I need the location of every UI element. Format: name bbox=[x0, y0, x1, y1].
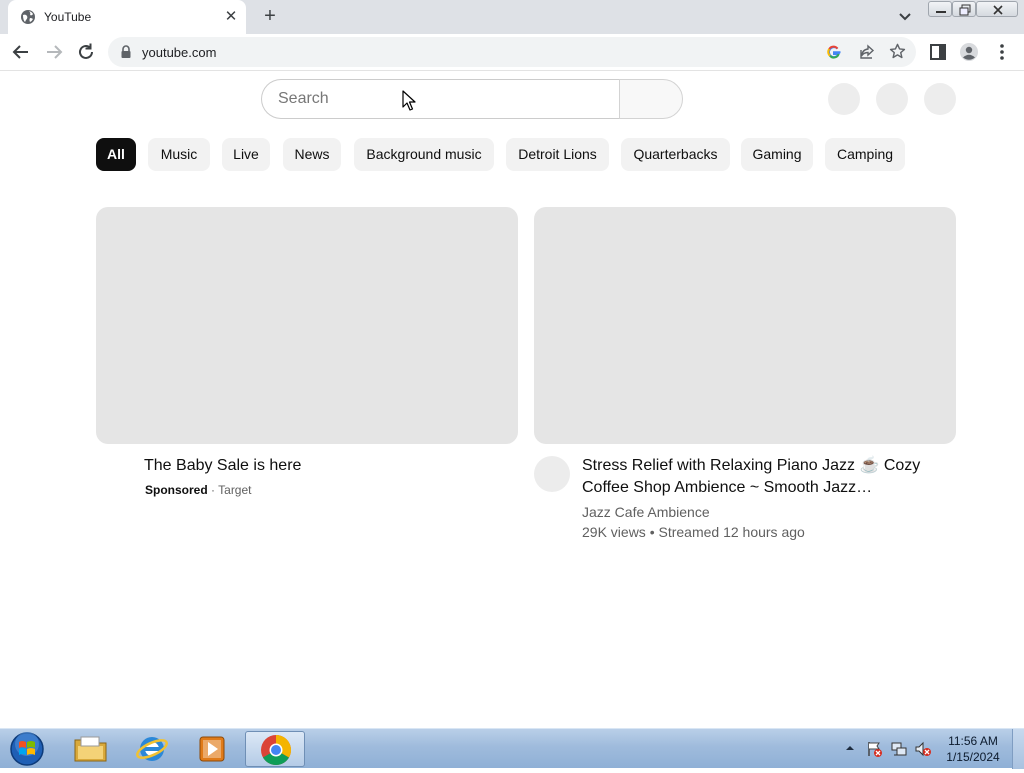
video-title[interactable]: The Baby Sale is here bbox=[144, 455, 504, 477]
side-panel-icon[interactable] bbox=[927, 41, 949, 63]
chip-quarterbacks[interactable]: Quarterbacks bbox=[621, 138, 730, 171]
tab-close-icon[interactable]: ✕ bbox=[222, 8, 240, 26]
share-icon[interactable] bbox=[858, 43, 876, 61]
restore-icon bbox=[959, 4, 971, 16]
tab-title: YouTube bbox=[44, 10, 92, 24]
taskbar: 11:56 AM 1/15/2024 bbox=[0, 728, 1024, 769]
chip-camping[interactable]: Camping bbox=[825, 138, 905, 171]
account-avatar[interactable] bbox=[924, 83, 956, 115]
window-restore-button[interactable] bbox=[952, 1, 976, 17]
chip-news[interactable]: News bbox=[283, 138, 341, 171]
tab-search-chevron-icon[interactable] bbox=[895, 8, 915, 26]
show-hidden-icons-icon[interactable] bbox=[843, 742, 857, 754]
chip-music[interactable]: Music bbox=[148, 138, 210, 171]
lock-icon[interactable] bbox=[120, 45, 132, 59]
start-orb-icon[interactable] bbox=[5, 730, 47, 768]
browser-toolbar: youtube.com bbox=[0, 34, 1024, 71]
show-desktop-button[interactable] bbox=[1012, 729, 1024, 769]
search-input[interactable] bbox=[261, 79, 621, 119]
chip-all[interactable]: All bbox=[96, 138, 136, 171]
search-button[interactable] bbox=[619, 79, 683, 119]
clock-time: 11:56 AM bbox=[948, 734, 998, 748]
bookmark-star-icon[interactable] bbox=[888, 42, 907, 61]
chrome-icon bbox=[261, 735, 292, 766]
chip-background-music[interactable]: Background music bbox=[354, 138, 494, 171]
clock-date: 1/15/2024 bbox=[946, 750, 1000, 764]
chip-gaming[interactable]: Gaming bbox=[741, 138, 813, 171]
network-icon[interactable] bbox=[890, 740, 908, 758]
advertiser-name[interactable]: Target bbox=[218, 483, 251, 497]
action-center-icon[interactable] bbox=[866, 740, 884, 758]
video-title[interactable]: Stress Relief with Relaxing Piano Jazz ☕… bbox=[582, 455, 952, 499]
new-tab-button[interactable]: + bbox=[259, 6, 281, 28]
close-icon bbox=[993, 5, 1003, 15]
globe-icon bbox=[21, 10, 35, 24]
minimize-icon bbox=[936, 11, 946, 13]
mouse-cursor-icon bbox=[402, 90, 416, 111]
forward-arrow-icon[interactable] bbox=[43, 41, 65, 63]
file-explorer-icon[interactable] bbox=[62, 731, 118, 767]
taskbar-chrome-button[interactable] bbox=[245, 731, 305, 767]
tab-strip: YouTube ✕ + bbox=[0, 0, 1024, 34]
profile-avatar-icon[interactable] bbox=[958, 41, 980, 63]
volume-muted-icon[interactable] bbox=[914, 740, 932, 758]
channel-avatar[interactable] bbox=[534, 456, 570, 492]
sponsored-label: Sponsored bbox=[145, 483, 208, 497]
media-player-icon[interactable] bbox=[184, 731, 240, 767]
google-lens-g-icon[interactable] bbox=[826, 44, 842, 60]
video-thumbnail[interactable] bbox=[534, 207, 956, 444]
window-close-button[interactable] bbox=[976, 1, 1018, 17]
chip-detroit-lions[interactable]: Detroit Lions bbox=[506, 138, 609, 171]
window-minimize-button[interactable] bbox=[928, 1, 952, 17]
meta-separator: · bbox=[211, 483, 216, 497]
chip-live[interactable]: Live bbox=[222, 138, 270, 171]
video-thumbnail[interactable] bbox=[96, 207, 518, 444]
search-box bbox=[261, 79, 683, 119]
tab-youtube[interactable]: YouTube ✕ bbox=[8, 0, 246, 34]
address-bar[interactable]: youtube.com bbox=[108, 37, 916, 67]
create-button[interactable] bbox=[828, 83, 860, 115]
back-arrow-icon[interactable] bbox=[10, 41, 32, 63]
ad-meta: Sponsored · Target bbox=[145, 483, 252, 497]
internet-explorer-icon[interactable] bbox=[124, 731, 180, 767]
video-stats: 29K views • Streamed 12 hours ago bbox=[582, 524, 805, 540]
url-text[interactable]: youtube.com bbox=[142, 45, 216, 60]
notifications-button[interactable] bbox=[876, 83, 908, 115]
channel-name[interactable]: Jazz Cafe Ambience bbox=[582, 504, 710, 520]
kebab-menu-icon[interactable] bbox=[991, 41, 1013, 63]
reload-icon[interactable] bbox=[75, 41, 97, 63]
system-clock[interactable]: 11:56 AM 1/15/2024 bbox=[938, 733, 1008, 765]
